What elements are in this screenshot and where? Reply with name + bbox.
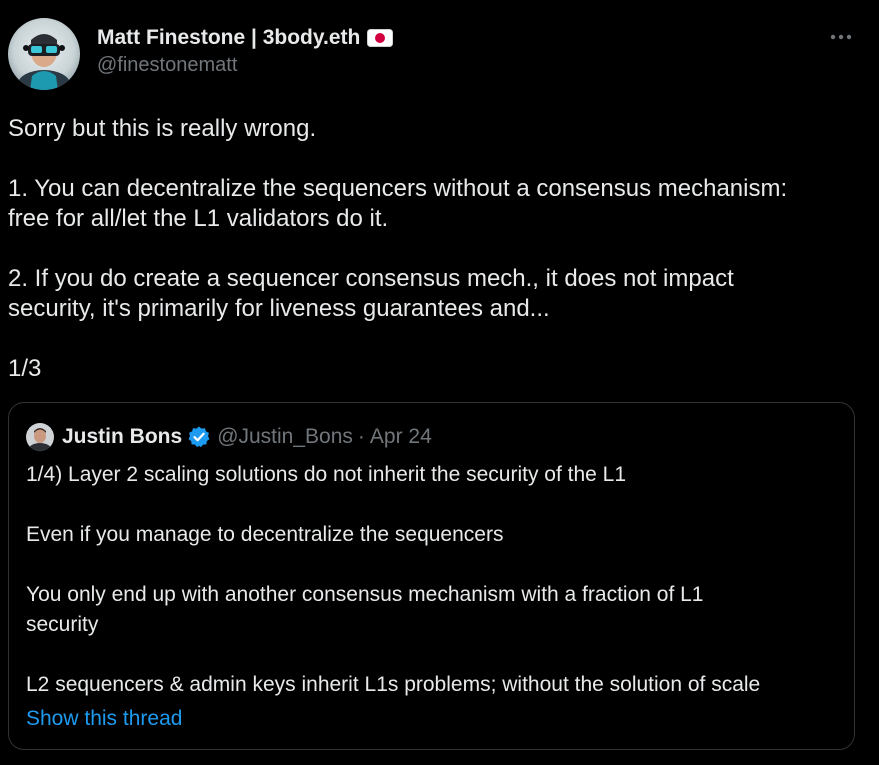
author-avatar-image: [8, 18, 80, 90]
tweet-text-line: 1/3: [8, 355, 42, 382]
separator-dot: ·: [357, 425, 365, 448]
quoted-text-line: L2 sequencers & admin keys inherit L1s p…: [26, 673, 761, 696]
quoted-author-avatar[interactable]: [26, 423, 54, 451]
tweet-text-line: 1. You can decentralize the sequencers w…: [8, 175, 788, 202]
tweet-text-line: 2. If you do create a sequencer consensu…: [8, 265, 734, 292]
quoted-tweet-date[interactable]: Apr 24: [370, 425, 432, 449]
tweet-text-line: security, it's primarily for liveness gu…: [8, 295, 550, 322]
quoted-author-handle[interactable]: @Justin_Bons: [217, 425, 353, 449]
japan-flag-icon: [367, 29, 394, 47]
quoted-author-display-name[interactable]: Justin Bons: [62, 425, 182, 449]
author-display-name[interactable]: Matt Finestone | 3body.eth: [97, 26, 360, 50]
author-avatar[interactable]: [8, 18, 80, 90]
tweet: Matt Finestone | 3body.eth @finestonemat…: [0, 0, 879, 765]
author-info: Matt Finestone | 3body.eth @finestonemat…: [97, 24, 394, 77]
author-handle[interactable]: @finestonematt: [97, 54, 393, 77]
tweet-text: Sorry but this is really wrong. 1. You c…: [8, 114, 868, 384]
display-name-row: Matt Finestone | 3body.eth: [97, 24, 394, 52]
quoted-text-line: 1/4) Layer 2 scaling solutions do not in…: [26, 463, 627, 486]
quoted-text-line: Even if you manage to decentralize the s…: [26, 523, 504, 546]
quoted-tweet-header: Justin Bons @Justin_Bons · Apr 24: [26, 423, 432, 451]
verified-badge-icon: [187, 425, 211, 449]
quoted-tweet-text: 1/4) Layer 2 scaling solutions do not in…: [26, 460, 846, 700]
quoted-tweet[interactable]: Justin Bons @Justin_Bons · Apr 24 1/4) L…: [8, 402, 855, 750]
quoted-text-line: security: [26, 613, 99, 636]
more-horizontal-icon: [830, 34, 852, 40]
quoted-text-line: You only end up with another consensus m…: [26, 583, 704, 606]
show-thread-link[interactable]: Show this thread: [26, 704, 182, 734]
tweet-text-line: free for all/let the L1 validators do it…: [8, 205, 389, 232]
more-options-button[interactable]: [823, 22, 859, 52]
tweet-text-line: Sorry but this is really wrong.: [8, 115, 317, 142]
